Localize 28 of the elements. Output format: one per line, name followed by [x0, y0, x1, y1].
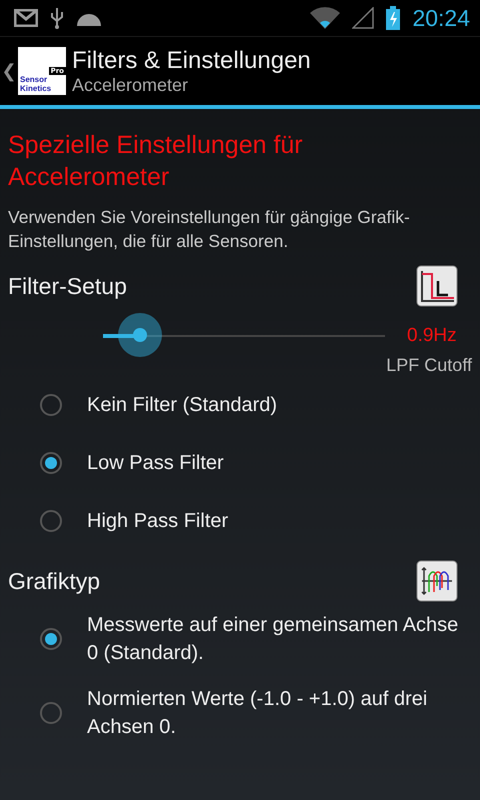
screen-subtitle: Accelerometer: [72, 74, 190, 96]
radio-button[interactable]: [40, 452, 62, 474]
slider-thumb[interactable]: [118, 313, 162, 357]
graph-type-icon[interactable]: [416, 560, 458, 602]
clock-time: 20:24: [412, 4, 470, 32]
radio-button[interactable]: [40, 702, 62, 724]
option-label[interactable]: Low Pass Filter: [87, 449, 224, 477]
screen-title: Filters & Einstellungen: [72, 46, 311, 74]
section-title: Filter-Setup: [8, 272, 127, 300]
section-title: Grafiktyp: [8, 568, 100, 594]
battery-icon: [386, 6, 400, 30]
wifi-icon: [310, 7, 340, 29]
radio-button[interactable]: [40, 510, 62, 532]
section-heading: Spezielle Einstellungen für Accelerometer: [8, 130, 304, 193]
signal-icon: [352, 7, 374, 29]
cutoff-value: 0.9Hz: [407, 325, 457, 347]
option-label[interactable]: Kein Filter (Standard): [87, 391, 278, 419]
option-label[interactable]: Messwerte auf einer gemeinsamen Achse 0 (Standard).: [87, 611, 472, 667]
option-label[interactable]: High Pass Filter: [87, 507, 228, 535]
radio-button[interactable]: [40, 394, 62, 416]
usb-icon: [50, 7, 64, 29]
mail-icon: [14, 9, 38, 27]
option-label[interactable]: Normierten Werte (-1.0 - +1.0) auf drei Achsen 0.: [87, 685, 472, 741]
description-text: Verwenden Sie Voreinstellungen für gängige Grafik-Einstellungen, die für alle Sensoren.: [8, 206, 411, 253]
radio-button[interactable]: [40, 628, 62, 650]
lowpass-filter-icon[interactable]: [416, 265, 458, 307]
back-icon[interactable]: ❮: [0, 60, 18, 82]
slider-label: LPF Cutoff: [385, 355, 472, 376]
